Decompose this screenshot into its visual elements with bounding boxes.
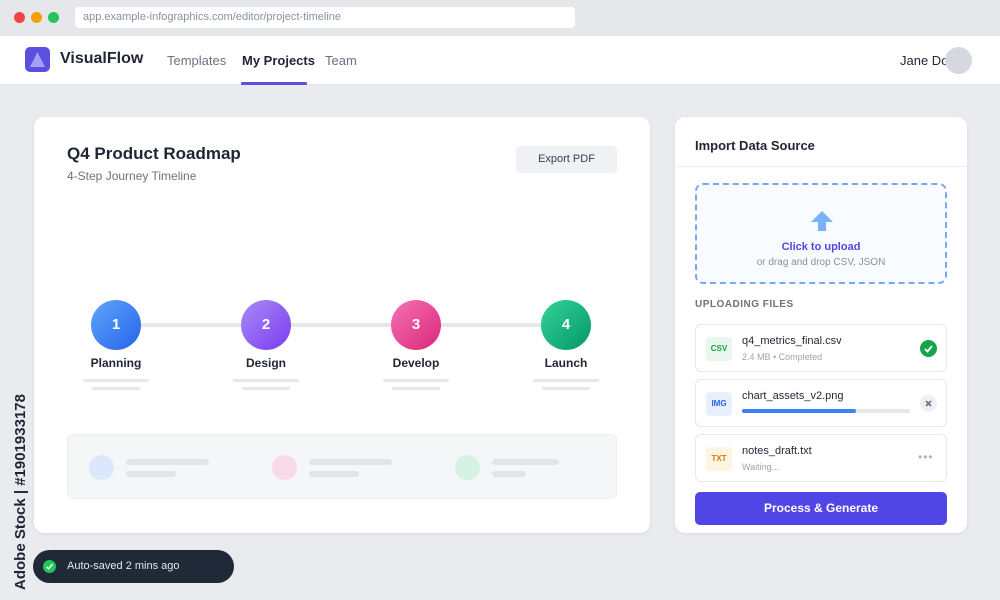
step-number-badge: 2 xyxy=(241,300,291,350)
timeline-step-launch[interactable]: 4 Launch xyxy=(506,300,626,390)
legend-dot xyxy=(455,455,480,480)
browser-chrome: app.example-infographics.com/editor/proj… xyxy=(0,0,1000,36)
uploading-files-heading: UPLOADING FILES xyxy=(695,299,794,310)
export-pdf-button[interactable]: Export PDF xyxy=(516,146,617,173)
logo-icon[interactable] xyxy=(25,47,50,72)
step-number-badge: 4 xyxy=(541,300,591,350)
csv-file-icon: CSV xyxy=(706,337,732,361)
file-item[interactable]: IMG chart_assets_v2.png xyxy=(695,379,947,427)
upload-progress-bar xyxy=(742,409,910,413)
placeholder-line xyxy=(492,471,526,477)
panel-header: Import Data Source xyxy=(675,117,967,167)
window-maximize-dot[interactable] xyxy=(48,12,59,23)
file-name: chart_assets_v2.png xyxy=(742,390,844,402)
step-label: Planning xyxy=(90,356,142,370)
placeholder-line xyxy=(309,471,359,477)
placeholder-line xyxy=(126,459,209,465)
autosave-toast: Auto-saved 2 mins ago xyxy=(33,550,234,583)
roadmap-card: Q4 Product Roadmap 4-Step Journey Timeli… xyxy=(34,117,650,533)
avatar[interactable] xyxy=(945,47,972,74)
toast-text: Auto-saved 2 mins ago xyxy=(67,560,180,572)
placeholder-line xyxy=(542,387,590,390)
upload-link[interactable]: Click to upload xyxy=(697,241,945,253)
address-bar[interactable]: app.example-infographics.com/editor/proj… xyxy=(75,7,575,28)
nav-team[interactable]: Team xyxy=(325,53,357,68)
panel-title: Import Data Source xyxy=(695,138,815,153)
check-icon xyxy=(920,340,937,357)
placeholder-line xyxy=(242,387,290,390)
placeholder-line xyxy=(533,379,599,382)
placeholder-line xyxy=(83,379,149,382)
more-icon[interactable]: ••• xyxy=(918,450,934,464)
check-icon xyxy=(43,560,56,573)
legend-dot xyxy=(89,455,114,480)
window-close-dot[interactable] xyxy=(14,12,25,23)
file-name: q4_metrics_final.csv xyxy=(742,335,842,347)
window-minimize-dot[interactable] xyxy=(31,12,42,23)
upload-arrow-icon xyxy=(810,210,834,237)
legend-dot xyxy=(272,455,297,480)
brand-name: VisualFlow xyxy=(60,50,144,67)
placeholder-line xyxy=(383,379,449,382)
file-item[interactable]: CSV q4_metrics_final.csv 2.4 MB • Comple… xyxy=(695,324,947,372)
page-title: Q4 Product Roadmap xyxy=(67,144,241,163)
step-label: Design xyxy=(245,356,286,370)
timeline-step-design[interactable]: 2 Design xyxy=(206,300,326,390)
step-label: Develop xyxy=(392,356,440,370)
legend-placeholder-panel xyxy=(67,434,617,499)
placeholder-line xyxy=(233,379,299,382)
process-generate-button[interactable]: Process & Generate xyxy=(695,492,947,525)
upload-hint: or drag and drop CSV, JSON xyxy=(756,257,886,268)
step-number-badge: 3 xyxy=(391,300,441,350)
text-file-icon: TXT xyxy=(706,447,732,471)
nav-active-indicator xyxy=(241,82,307,85)
nav-my-projects[interactable]: My Projects xyxy=(242,53,315,68)
page-subtitle: 4-Step Journey Timeline xyxy=(67,169,197,183)
placeholder-line xyxy=(392,387,440,390)
nav-templates[interactable]: Templates xyxy=(167,53,226,68)
step-number-badge: 1 xyxy=(91,300,141,350)
file-meta: Waiting... xyxy=(742,462,780,472)
placeholder-line xyxy=(492,459,559,465)
placeholder-line xyxy=(92,387,140,390)
file-item[interactable]: TXT notes_draft.txt Waiting... ••• xyxy=(695,434,947,482)
close-icon[interactable] xyxy=(920,395,937,412)
upload-progress-fill xyxy=(742,409,857,413)
timeline-step-develop[interactable]: 3 Develop xyxy=(356,300,476,390)
timeline-track xyxy=(126,323,566,327)
image-file-icon: IMG xyxy=(706,392,732,416)
import-data-panel: Import Data Source Click to upload or dr… xyxy=(675,117,967,533)
placeholder-line xyxy=(126,471,176,477)
timeline-step-planning[interactable]: 1 Planning xyxy=(56,300,176,390)
upload-dropzone[interactable]: Click to upload or drag and drop CSV, JS… xyxy=(695,183,947,284)
stock-credit: Adobe Stock | #1901933178 xyxy=(12,394,29,590)
app-header: VisualFlow Templates My Projects Team Ja… xyxy=(0,36,1000,85)
file-meta: 2.4 MB • Completed xyxy=(742,352,823,362)
step-label: Launch xyxy=(544,356,588,370)
placeholder-line xyxy=(309,459,392,465)
file-name: notes_draft.txt xyxy=(742,445,812,457)
